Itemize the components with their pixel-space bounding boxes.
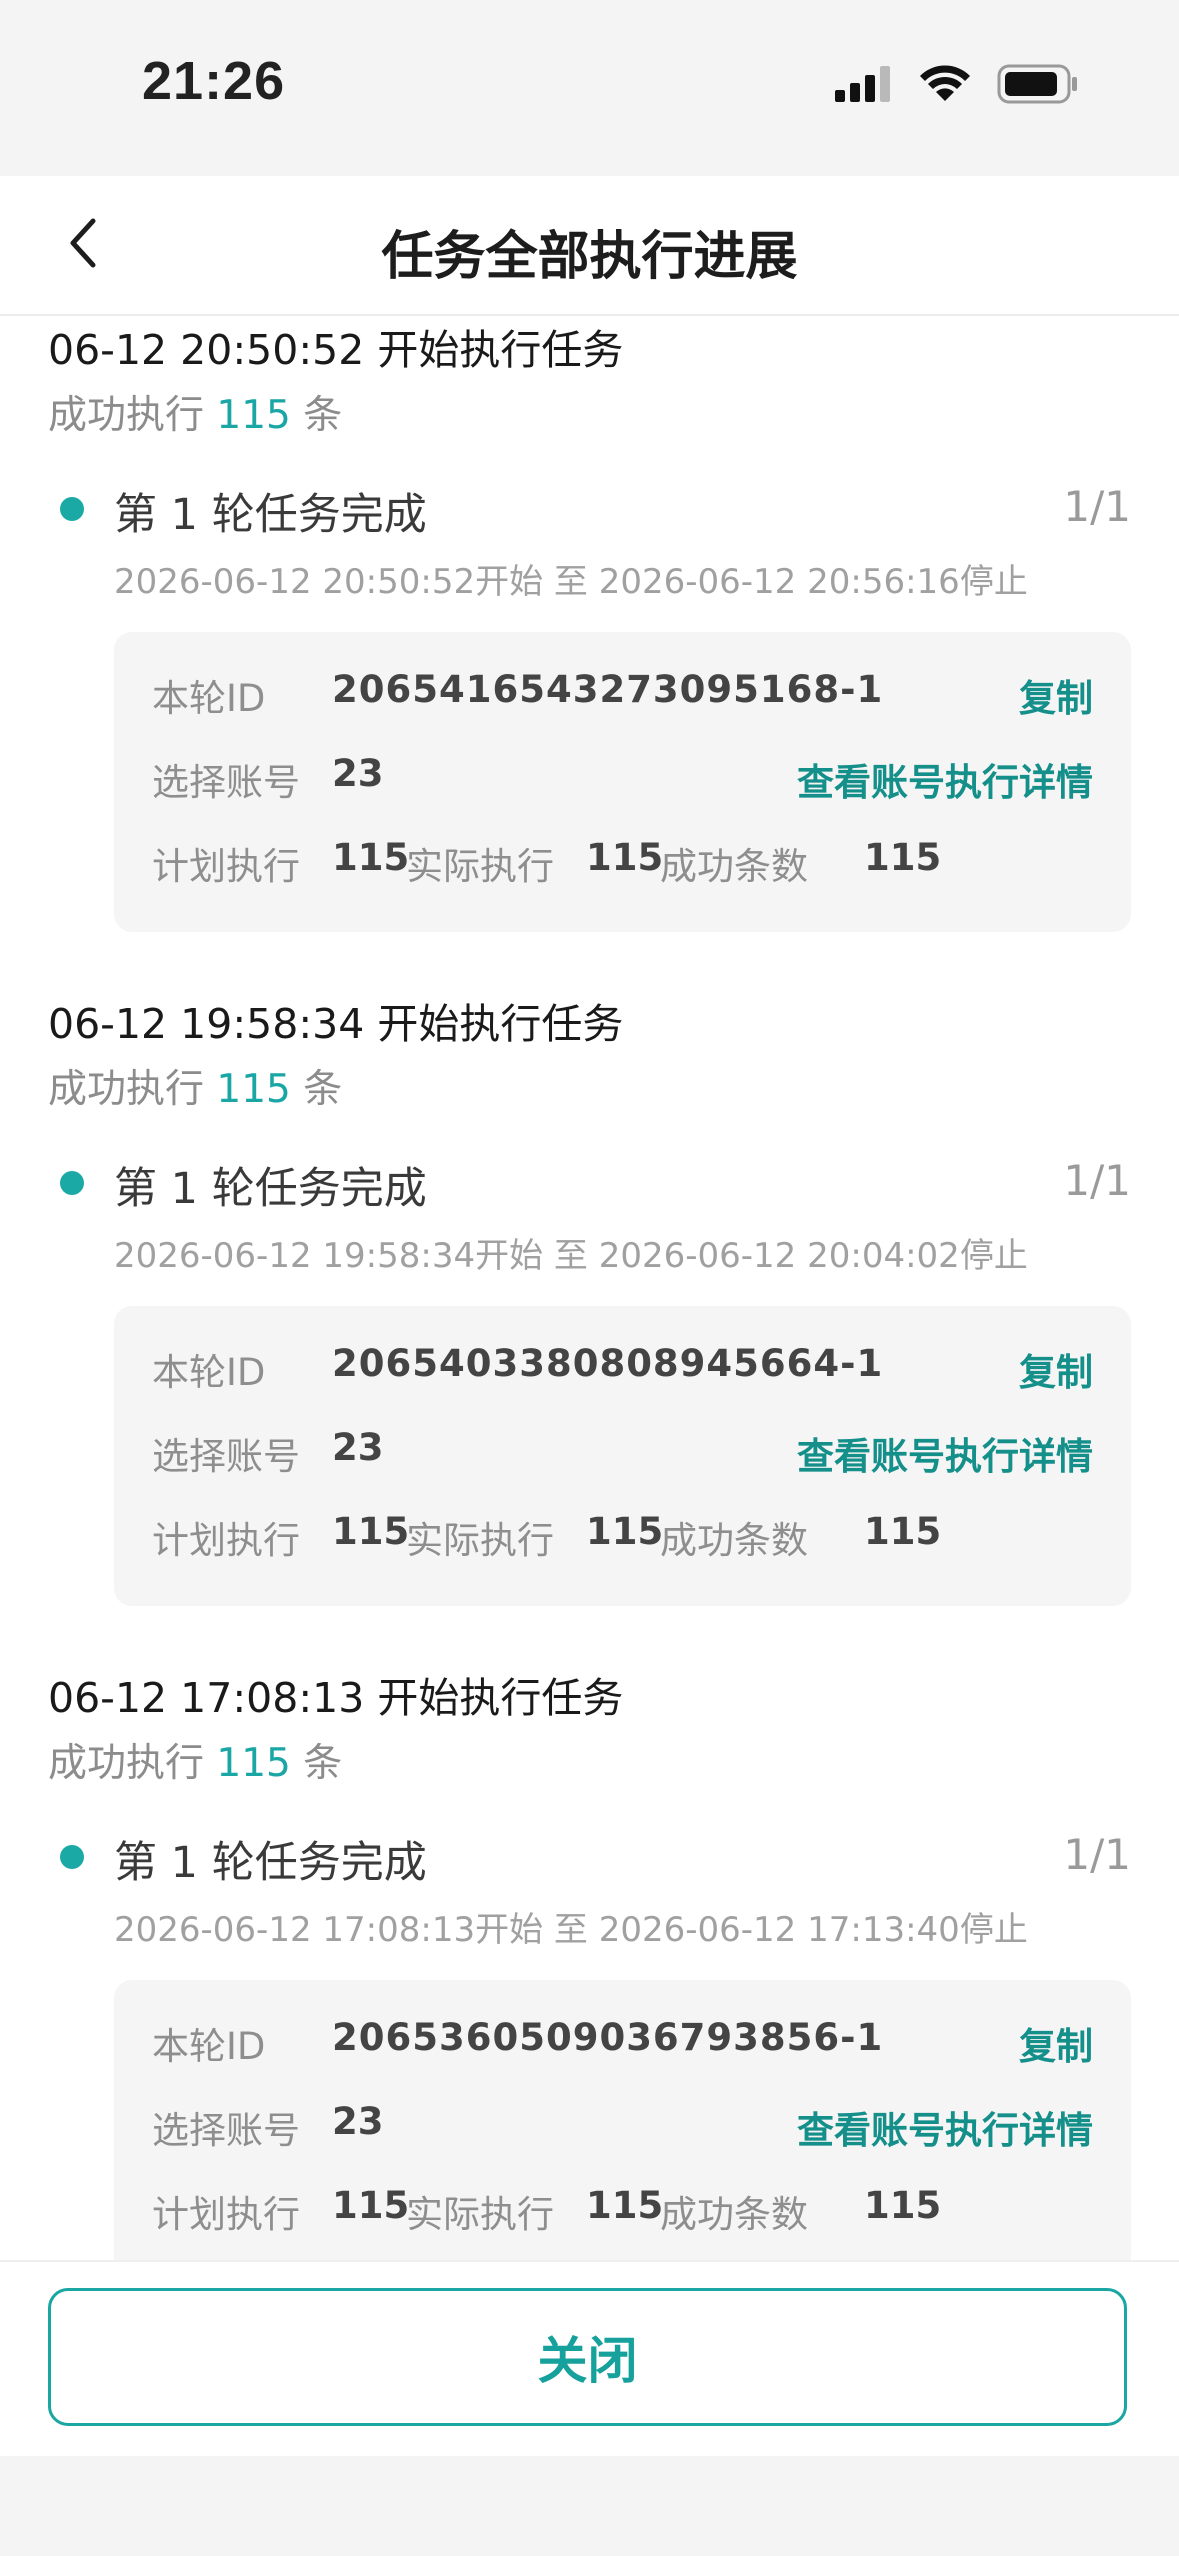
actual-label: 实际执行 — [406, 1519, 554, 1562]
success-count: 115 — [216, 1741, 291, 1786]
close-button[interactable]: 关闭 — [48, 2288, 1127, 2426]
planned-label: 计划执行 — [152, 1519, 300, 1562]
planned-value: 115 — [332, 2184, 410, 2227]
success-rows-value: 115 — [864, 836, 942, 879]
actual-label: 实际执行 — [406, 845, 554, 888]
status-dot-icon — [60, 1845, 84, 1869]
round-time-range: 2026-06-12 17:08:13开始 至 2026-06-12 17:13… — [114, 1910, 1028, 1950]
round-progress: 1/1 — [1063, 1830, 1131, 1879]
view-account-details-link[interactable]: 查看账号执行详情 — [797, 2100, 1093, 2154]
success-suffix: 条 — [303, 1067, 343, 1112]
success-count: 115 — [216, 1067, 291, 1112]
accounts-label: 选择账号 — [152, 761, 300, 804]
success-prefix: 成功执行 — [48, 1741, 205, 1786]
round-id-value: 2065403380808945664-1 — [332, 1342, 884, 1385]
success-summary: 成功执行 115 条 — [48, 1732, 342, 1788]
accounts-value: 23 — [332, 1426, 384, 1469]
success-count: 115 — [216, 393, 291, 438]
wifi-icon — [920, 65, 970, 101]
round-title: 第 1 轮任务完成 — [114, 1164, 427, 1214]
round-time-range: 2026-06-12 20:50:52开始 至 2026-06-12 20:56… — [114, 562, 1028, 602]
bottom-action-bar: 关闭 — [0, 2260, 1179, 2458]
accounts-row: 选择账号 23 查看账号执行详情 — [152, 752, 1093, 808]
copy-button[interactable]: 复制 — [1019, 668, 1093, 722]
round-id-label: 本轮ID — [152, 2025, 266, 2068]
accounts-label: 选择账号 — [152, 1435, 300, 1478]
planned-label: 计划执行 — [152, 845, 300, 888]
execution-stats-row: 计划执行 115 实际执行 115 成功条数 115 — [152, 836, 1093, 892]
round-title: 第 1 轮任务完成 — [114, 1838, 427, 1888]
task-start-header: 06-12 19:58:34 开始执行任务 — [48, 1000, 624, 1048]
success-prefix: 成功执行 — [48, 1067, 205, 1112]
task-start-header: 06-12 20:50:52 开始执行任务 — [48, 326, 624, 374]
actual-label: 实际执行 — [406, 2193, 554, 2236]
round-title: 第 1 轮任务完成 — [114, 490, 427, 540]
success-summary: 成功执行 115 条 — [48, 1058, 342, 1114]
navigation-bar: 任务全部执行进展 — [0, 176, 1179, 316]
task-list[interactable]: 06-12 20:50:52 开始执行任务 成功执行 115 条 第 1 轮任务… — [0, 316, 1179, 2260]
planned-value: 115 — [332, 836, 410, 879]
success-summary: 成功执行 115 条 — [48, 384, 342, 440]
signal-icon — [835, 66, 890, 102]
success-rows-label: 成功条数 — [660, 845, 808, 888]
round-id-value: 2065416543273095168-1 — [332, 668, 884, 711]
round-id-label: 本轮ID — [152, 677, 266, 720]
status-dot-icon — [60, 497, 84, 521]
copy-button[interactable]: 复制 — [1019, 2016, 1093, 2070]
battery-icon — [997, 64, 1077, 104]
round-id-row: 本轮ID 2065403380808945664-1 复制 — [152, 1342, 1093, 1398]
home-indicator-area — [0, 2456, 1179, 2556]
round-info-card: 本轮ID 2065416543273095168-1 复制 选择账号 23 查看… — [114, 632, 1131, 932]
round-time-range: 2026-06-12 19:58:34开始 至 2026-06-12 20:04… — [114, 1236, 1028, 1276]
round-id-row: 本轮ID 2065416543273095168-1 复制 — [152, 668, 1093, 724]
status-bar: 21:26 — [0, 0, 1179, 176]
round-info-card: 本轮ID 2065360509036793856-1 复制 选择账号 23 查看… — [114, 1980, 1131, 2260]
round-id-row: 本轮ID 2065360509036793856-1 复制 — [152, 2016, 1093, 2072]
success-rows-label: 成功条数 — [660, 2193, 808, 2236]
round-id-value: 2065360509036793856-1 — [332, 2016, 884, 2059]
accounts-value: 23 — [332, 752, 384, 795]
accounts-row: 选择账号 23 查看账号执行详情 — [152, 2100, 1093, 2156]
execution-stats-row: 计划执行 115 实际执行 115 成功条数 115 — [152, 1510, 1093, 1566]
actual-value: 115 — [586, 836, 664, 879]
success-suffix: 条 — [303, 393, 343, 438]
accounts-value: 23 — [332, 2100, 384, 2143]
planned-label: 计划执行 — [152, 2193, 300, 2236]
accounts-label: 选择账号 — [152, 2109, 300, 2152]
success-rows-label: 成功条数 — [660, 1519, 808, 1562]
status-dot-icon — [60, 1171, 84, 1195]
accounts-row: 选择账号 23 查看账号执行详情 — [152, 1426, 1093, 1482]
success-prefix: 成功执行 — [48, 393, 205, 438]
task-start-header: 06-12 17:08:13 开始执行任务 — [48, 1674, 624, 1722]
actual-value: 115 — [586, 1510, 664, 1553]
execution-stats-row: 计划执行 115 实际执行 115 成功条数 115 — [152, 2184, 1093, 2240]
round-id-label: 本轮ID — [152, 1351, 266, 1394]
page-title: 任务全部执行进展 — [381, 227, 798, 287]
copy-button[interactable]: 复制 — [1019, 1342, 1093, 1396]
planned-value: 115 — [332, 1510, 410, 1553]
status-time: 21:26 — [142, 51, 286, 111]
success-suffix: 条 — [303, 1741, 343, 1786]
round-progress: 1/1 — [1063, 482, 1131, 531]
view-account-details-link[interactable]: 查看账号执行详情 — [797, 1426, 1093, 1480]
round-progress: 1/1 — [1063, 1156, 1131, 1205]
actual-value: 115 — [586, 2184, 664, 2227]
success-rows-value: 115 — [864, 1510, 942, 1553]
view-account-details-link[interactable]: 查看账号执行详情 — [797, 752, 1093, 806]
round-info-card: 本轮ID 2065403380808945664-1 复制 选择账号 23 查看… — [114, 1306, 1131, 1606]
status-icons — [835, 64, 1079, 104]
success-rows-value: 115 — [864, 2184, 942, 2227]
